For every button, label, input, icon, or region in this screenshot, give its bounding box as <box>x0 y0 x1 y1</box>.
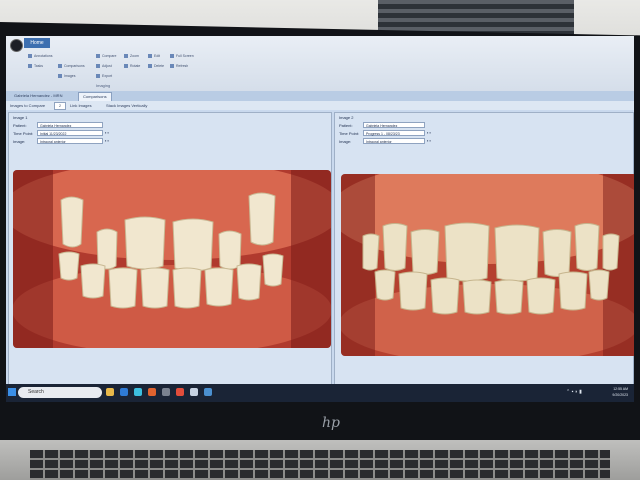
patient-label: Patient: <box>339 123 353 128</box>
image-heading: Image 2 <box>339 115 354 120</box>
adjust-button[interactable]: Adjust <box>96 63 112 69</box>
annotations-button[interactable]: Annotations <box>28 53 53 59</box>
compare-button[interactable]: Compare <box>96 53 116 59</box>
image-label: Image: <box>13 139 26 144</box>
edit-button[interactable]: Edit <box>148 53 160 59</box>
hp-logo: hp <box>322 415 340 431</box>
patient-dropdown[interactable]: Gabriela Hernandez <box>37 122 103 128</box>
patient-dropdown[interactable]: Gabriela Hernandez <box>363 122 425 128</box>
link-images-checkbox[interactable]: Link Images <box>70 103 92 108</box>
comparison-panel-right: Image 2 Patient: Gabriela Hernandez Time… <box>334 112 634 392</box>
app-logo-icon[interactable] <box>10 39 23 52</box>
image-more-icon[interactable]: ▪ ▪ <box>427 138 437 143</box>
image-dropdown[interactable]: Intraoral anterior <box>363 138 425 144</box>
app-icon[interactable] <box>190 388 198 396</box>
imaging-group-label: Imaging <box>96 83 111 88</box>
rotate-button[interactable]: Rotate <box>124 63 140 69</box>
image-heading: Image 1 <box>13 115 28 120</box>
images-to-compare-label: Images to Compare <box>10 103 46 108</box>
tray-icons[interactable]: ⌃ ▪ ◗ ▮ <box>566 389 582 395</box>
export-button[interactable]: Export <box>96 73 112 79</box>
ribbon: Home Annotations Comparisons Compare Zoo… <box>6 36 634 92</box>
keyboard <box>30 450 610 480</box>
intraoral-photo-progress <box>341 174 634 356</box>
full-screen-button[interactable]: Full Screen <box>170 53 194 59</box>
comparison-toolbar: Images to Compare 2 Link Images Stack Im… <box>6 101 634 110</box>
timepoint-dropdown[interactable]: Initial 11/23/2022 <box>37 130 103 136</box>
comparisons-button[interactable]: Comparisons <box>58 63 85 69</box>
mail-icon[interactable] <box>120 388 128 396</box>
laptop-screen: Home Annotations Comparisons Compare Zoo… <box>6 36 634 392</box>
images-count-field[interactable]: 2 <box>54 102 66 110</box>
timepoint-more-icon[interactable]: ▪ ▪ <box>427 130 437 135</box>
patient-label: Patient: <box>13 123 27 128</box>
tab-home[interactable]: Home <box>24 38 50 48</box>
timepoint-label: Time Point: <box>339 131 360 136</box>
clock-date: 9/20/2023 <box>612 393 628 397</box>
delete-button[interactable]: Delete <box>148 63 164 69</box>
windows-taskbar: Search ⌃ ▪ ◗ ▮ 12:55 AM 9/20/2023 <box>6 384 634 402</box>
zoom-button[interactable]: Zoom <box>124 53 139 59</box>
tab-patient[interactable]: Gabriela Hernandez - MRN <box>10 92 66 100</box>
timepoint-label: Time Point: <box>13 131 34 136</box>
refresh-button[interactable]: Refresh <box>170 63 188 69</box>
start-icon[interactable] <box>8 388 16 396</box>
stack-images-checkbox[interactable]: Stack Images Vertically <box>106 103 147 108</box>
firefox-icon[interactable] <box>148 388 156 396</box>
clock[interactable]: 12:55 AM 9/20/2023 <box>606 386 628 398</box>
app-icon[interactable] <box>204 388 212 396</box>
comparison-panel-left: Image 1 Patient: Gabriela Hernandez Time… <box>8 112 332 392</box>
timepoint-more-icon[interactable]: ▪ ▪ <box>105 130 115 135</box>
tasks-button[interactable]: Tasks <box>28 63 43 69</box>
image-more-icon[interactable]: ▪ ▪ <box>105 138 115 143</box>
timepoint-dropdown[interactable]: Progress 1 - 08/23/23 <box>363 130 425 136</box>
taskbar-search[interactable]: Search <box>18 387 102 398</box>
images-button[interactable]: Images <box>58 73 75 79</box>
settings-icon[interactable] <box>162 388 170 396</box>
tab-comparisons[interactable]: Comparisons <box>78 92 112 101</box>
intraoral-photo-initial <box>13 170 331 348</box>
image-label: Image: <box>339 139 352 144</box>
edge-icon[interactable] <box>134 388 142 396</box>
image-dropdown[interactable]: Intraoral anterior <box>37 138 103 144</box>
file-explorer-icon[interactable] <box>106 388 114 396</box>
chrome-icon[interactable] <box>176 388 184 396</box>
